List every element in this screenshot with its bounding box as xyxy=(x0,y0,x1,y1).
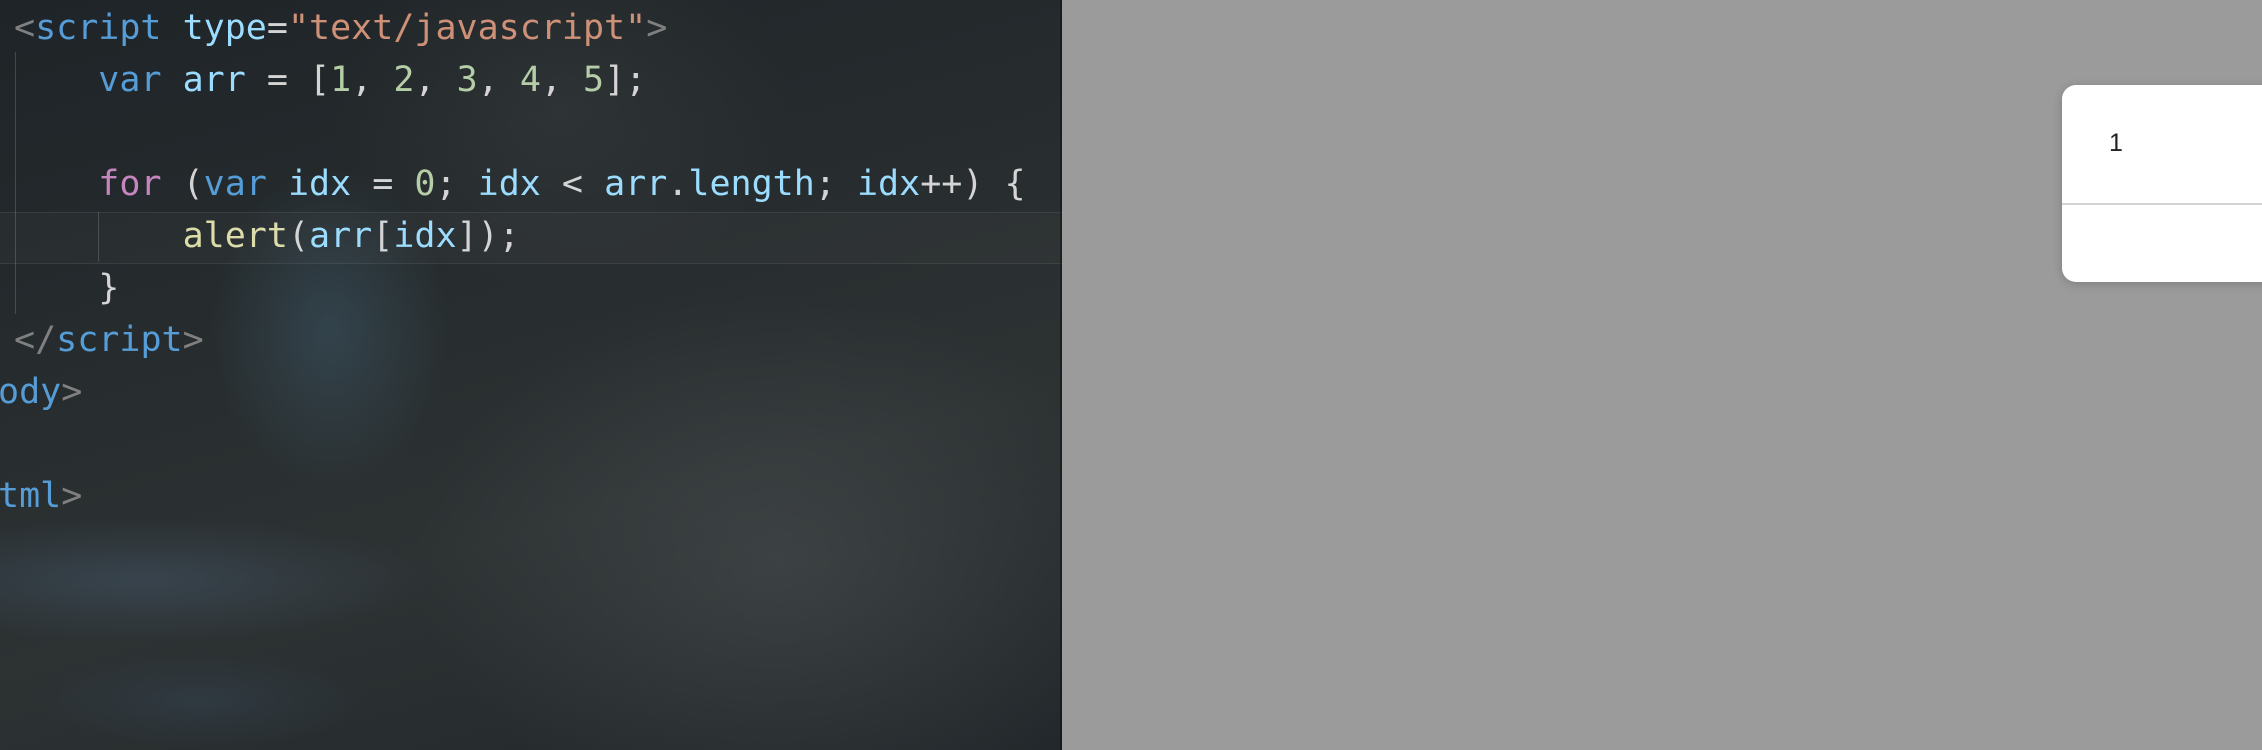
code-text-token: ; xyxy=(435,164,478,204)
function-token: alert xyxy=(182,216,288,256)
code-text-token: = xyxy=(266,8,288,48)
tag-name-token: ody xyxy=(0,372,62,412)
code-editor[interactable]: <script type="text/javascript"> var arr … xyxy=(0,0,1062,750)
punctuation-token: > xyxy=(61,476,83,516)
variable-token: arr xyxy=(604,164,668,204)
number-token: 1 xyxy=(330,60,352,100)
variable-token: length xyxy=(688,164,815,204)
code-text-token: , xyxy=(414,60,457,100)
variable-token: idx xyxy=(393,216,457,256)
keyword-token: var xyxy=(98,60,162,100)
number-token: 0 xyxy=(414,164,436,204)
code-line[interactable]: ody> xyxy=(0,366,82,418)
punctuation-token: < xyxy=(14,8,36,48)
code-line[interactable]: for (var idx = 0; idx < arr.length; idx+… xyxy=(14,158,1026,210)
code-text-token: ( xyxy=(161,164,204,204)
code-text-token: , xyxy=(351,60,394,100)
punctuation-token: > xyxy=(646,8,668,48)
code-text-token: ; xyxy=(814,164,857,204)
code-line[interactable] xyxy=(14,106,35,158)
code-text-token: . xyxy=(667,164,689,204)
code-line[interactable]: } xyxy=(14,262,119,314)
code-line[interactable]: <script type="text/javascript"> xyxy=(14,2,667,54)
variable-token: idx xyxy=(287,164,352,204)
variable-token: arr xyxy=(182,60,246,100)
code-line[interactable]: </script> xyxy=(14,314,204,366)
tag-name-token: script xyxy=(35,8,162,48)
tag-name-token: script xyxy=(56,320,183,360)
keyword-token: var xyxy=(203,164,267,204)
code-text-token: ]); xyxy=(456,216,520,256)
number-token: 2 xyxy=(393,60,415,100)
code-text-token: } xyxy=(14,268,120,308)
punctuation-token: > xyxy=(182,320,204,360)
number-token: 5 xyxy=(583,60,605,100)
code-text-token: = xyxy=(351,164,415,204)
attribute-token: type xyxy=(182,8,267,48)
code-line[interactable]: var arr = [1, 2, 3, 4, 5]; xyxy=(14,54,646,106)
code-line[interactable]: tml> xyxy=(0,470,82,522)
number-token: 3 xyxy=(456,60,478,100)
alert-dialog: 1 xyxy=(2062,85,2262,282)
code-text-token: ]; xyxy=(604,60,647,100)
code-text-token: , xyxy=(540,60,584,100)
code-text-token: ( xyxy=(287,216,310,256)
code-text-token: , xyxy=(477,60,520,100)
variable-token: idx xyxy=(856,164,921,204)
tag-name-token: tml xyxy=(0,476,62,516)
number-token: 4 xyxy=(519,60,541,100)
variable-token: arr xyxy=(309,216,373,256)
punctuation-token: > xyxy=(61,372,83,412)
control-keyword-token: for xyxy=(98,164,162,204)
code-text-token: = [ xyxy=(245,60,331,100)
code-line[interactable] xyxy=(0,418,19,470)
variable-token: idx xyxy=(477,164,541,204)
code-text-token: [ xyxy=(372,216,394,256)
alert-ok-button[interactable] xyxy=(2062,205,2262,282)
code-text-token: ++) { xyxy=(920,164,1026,204)
punctuation-token: </ xyxy=(14,320,57,360)
alert-message: 1 xyxy=(2109,129,2123,157)
code-text-token: < xyxy=(540,164,605,204)
code-line[interactable]: alert(arr[idx]); xyxy=(14,210,520,262)
string-token: "text/javascript" xyxy=(287,8,647,48)
